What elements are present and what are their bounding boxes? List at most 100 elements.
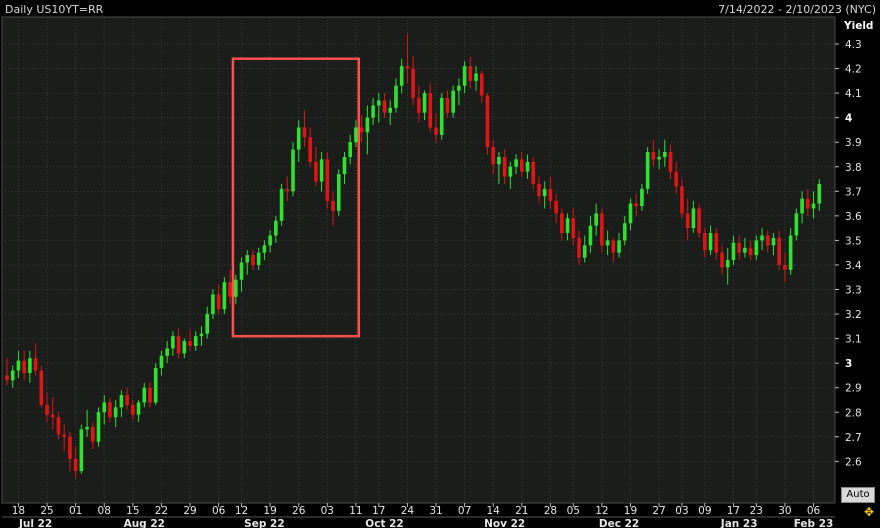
candle-body <box>817 184 821 204</box>
candle-body <box>571 218 575 238</box>
x-tick-label: 23 <box>750 505 763 517</box>
candle-body <box>732 243 736 260</box>
candle-body <box>377 100 381 105</box>
candle-body <box>549 189 553 201</box>
candle-body <box>789 235 793 269</box>
candle-body <box>28 358 32 373</box>
candle-body <box>657 157 661 159</box>
x-tick-label: 05 <box>567 505 580 517</box>
candle-body <box>62 434 66 436</box>
yaxis-title: Yield <box>843 20 873 32</box>
candle-body <box>469 66 473 81</box>
x-tick-label: 11 <box>349 505 362 517</box>
candle-body <box>217 294 221 309</box>
candle-body <box>600 213 604 245</box>
candle-body <box>806 199 810 209</box>
x-tick-label: 22 <box>155 505 168 517</box>
candle-body <box>497 157 501 164</box>
candle-body <box>783 265 787 270</box>
candle-body <box>606 240 610 245</box>
candle-body <box>360 127 364 132</box>
cursor-crosshair-icon[interactable]: ✥ <box>863 505 875 519</box>
y-tick-label: 2.8 <box>845 407 862 419</box>
candle-body <box>703 233 707 250</box>
candle-body <box>697 208 701 233</box>
candle-body <box>366 118 370 133</box>
x-tick-label: 29 <box>183 505 196 517</box>
x-month-label: Dec 22 <box>599 518 639 528</box>
candle-body <box>5 375 9 380</box>
candle-body <box>560 213 564 233</box>
y-tick-label: 3.3 <box>845 285 862 297</box>
candle-body <box>766 235 770 245</box>
candle-body <box>171 336 175 348</box>
candle-body <box>566 218 570 233</box>
candle-body <box>303 127 307 137</box>
candle-body <box>554 201 558 213</box>
candle-body <box>160 356 164 368</box>
candle-body <box>280 189 284 221</box>
candle-body <box>285 189 289 191</box>
candle-body <box>343 157 347 174</box>
candle-body <box>17 361 21 371</box>
candle-up <box>80 425 84 474</box>
y-tick-label: 3.6 <box>845 211 862 223</box>
date-range: 7/14/2022 - 2/10/2023 (NYC) <box>718 3 876 16</box>
candle-body <box>646 152 650 189</box>
candle-body <box>514 159 518 166</box>
candle-body <box>183 341 187 353</box>
candle-body <box>228 282 232 297</box>
candle-body <box>714 233 718 253</box>
candle-body <box>211 294 215 314</box>
x-tick-label: 25 <box>40 505 53 517</box>
candle-body <box>245 255 249 262</box>
candle-up <box>97 407 101 446</box>
candle-body <box>240 262 244 279</box>
x-tick-label: 03 <box>675 505 688 517</box>
candle-body <box>423 93 427 113</box>
y-tick-label: 2.6 <box>845 456 862 468</box>
candle-body <box>97 412 101 441</box>
candle-body <box>594 213 598 225</box>
candle-body <box>440 98 444 135</box>
candle-body <box>188 341 192 346</box>
x-tick-label: 21 <box>515 505 528 517</box>
candle-body <box>331 201 335 211</box>
candle-body <box>411 69 415 98</box>
auto-scale-button[interactable]: Auto <box>841 487 875 503</box>
candle-body <box>125 395 129 405</box>
candle-body <box>200 334 204 336</box>
candle-body <box>663 152 667 157</box>
candle-body <box>640 189 644 206</box>
y-tick-label: 3.1 <box>845 334 862 346</box>
candle-body <box>51 415 55 417</box>
candle-body <box>589 226 593 246</box>
candle-body <box>503 157 507 177</box>
candle-body <box>74 459 78 471</box>
candle-body <box>451 91 455 113</box>
candle-up <box>154 363 158 405</box>
candlestick-chart: Daily US10YT=RR 7/14/2022 - 2/10/2023 (N… <box>0 0 880 528</box>
candle-body <box>263 245 267 252</box>
candle-body <box>85 427 89 429</box>
candle-body <box>463 66 467 86</box>
x-tick-label: 12 <box>595 505 608 517</box>
x-month-label: Feb 23 <box>794 518 834 528</box>
x-tick-label: 17 <box>727 505 740 517</box>
candle-body <box>743 248 747 253</box>
candle-body <box>40 371 44 405</box>
candle-body <box>114 407 118 417</box>
candle-body <box>80 429 84 471</box>
candle-body <box>434 127 438 134</box>
candle-body <box>457 86 461 91</box>
x-tick-label: 19 <box>624 505 637 517</box>
x-tick-label: 28 <box>544 505 557 517</box>
candle-body <box>406 66 410 68</box>
y-tick-label: 3.4 <box>845 260 862 272</box>
y-tick-label: 3.5 <box>845 235 862 247</box>
y-tick-label: 3.8 <box>845 162 862 174</box>
candle-body <box>491 147 495 164</box>
candle-body <box>388 108 392 113</box>
candle-body <box>371 105 375 117</box>
y-tick-label: 4.2 <box>845 64 862 76</box>
